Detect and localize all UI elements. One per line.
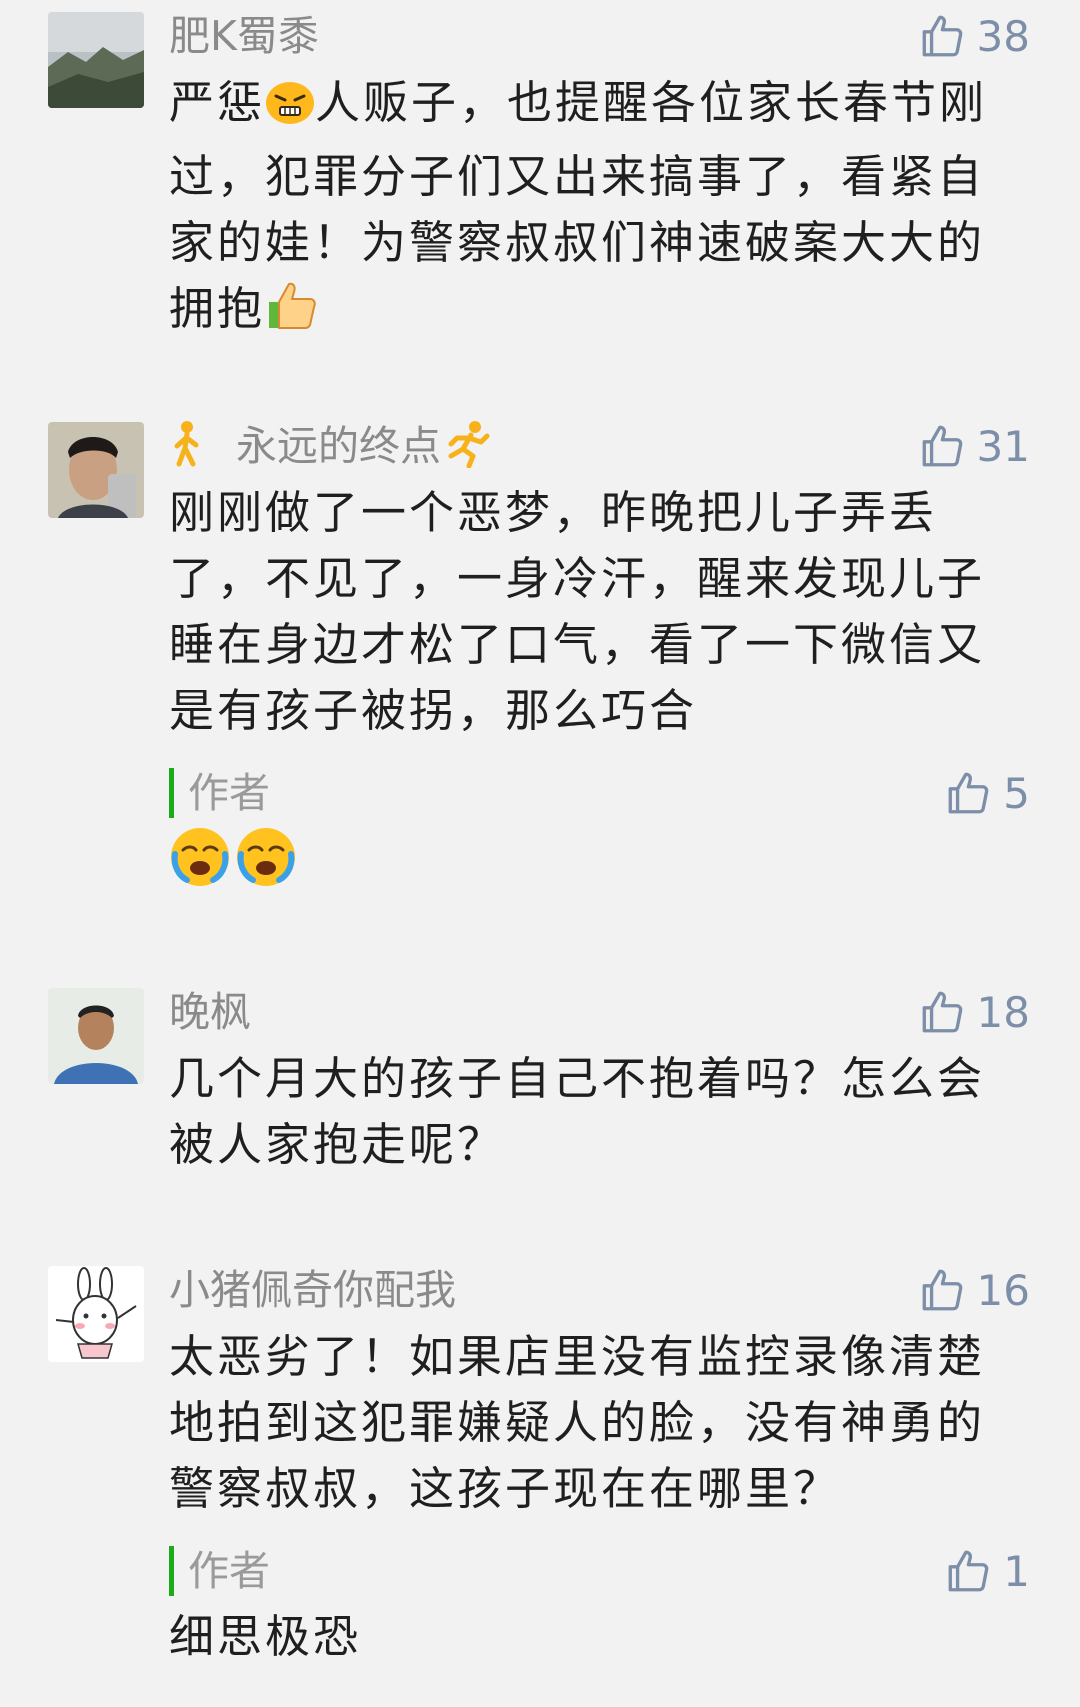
like-button[interactable]: 31 [917,418,1030,474]
username[interactable]: 肥K蜀黍 [169,8,319,64]
like-count: 31 [976,421,1030,471]
like-count: 1 [1003,1546,1030,1596]
avatar[interactable] [48,422,144,518]
like-count: 38 [976,11,1030,61]
username[interactable]: 永远的终点 [169,418,491,482]
username[interactable]: 小猪佩奇你配我 [169,1262,456,1318]
like-button[interactable]: 38 [917,8,1030,64]
thumbs-up-icon [265,278,319,350]
like-count: 5 [1003,768,1030,818]
thumbs-up-icon [922,1269,962,1311]
like-button[interactable]: 16 [917,1262,1030,1318]
thumbs-up-icon [948,1550,989,1592]
username[interactable]: 晚枫 [169,984,251,1040]
author-reply-text: 细思极恐 [169,1610,362,1663]
author-reply-label: 作者 [169,768,270,818]
reply-like-button[interactable]: 1 [943,1543,1030,1599]
comment-text: 太恶劣了！如果店里没有监控录像清楚地拍到这犯罪嫌疑人的脸，没有神勇的警察叔叔，这… [169,1330,986,1515]
avatar[interactable] [48,12,144,108]
crying-face-icon [171,828,229,886]
author-reply-label: 作者 [169,1546,270,1596]
comment-text: 刚刚做了一个恶梦，昨晚把儿子弄丢了，不见了，一身冷汗，醒来发现儿子睡在身边才松了… [169,486,986,737]
crying-face-icon [237,828,295,886]
comment-text: 几个月大的孩子自己不抱着吗？怎么会被人家抱走呢？ [169,1052,986,1171]
avatar[interactable] [48,988,144,1084]
like-button[interactable]: 18 [917,984,1030,1040]
running-person-icon [441,420,491,482]
thumbs-up-icon [922,425,962,467]
thumbs-up-icon [948,772,989,814]
like-count: 18 [976,987,1030,1037]
comment-text: 严惩 人贩子，也提醒各位家长春节刚过，犯罪分子们又出来搞事了，看紧自家的娃！为警察… [169,70,1029,350]
avatar[interactable] [48,1266,144,1362]
comment-text-part: 严惩 [169,76,266,129]
angry-face-icon [265,78,315,144]
like-count: 16 [976,1265,1030,1315]
thumbs-up-icon [922,991,962,1033]
walking-person-icon [169,420,205,482]
thumbs-up-icon [922,15,962,57]
reply-like-button[interactable]: 5 [943,765,1030,821]
author-reply-text [169,826,297,888]
username-label: 永远的终点 [236,422,442,470]
